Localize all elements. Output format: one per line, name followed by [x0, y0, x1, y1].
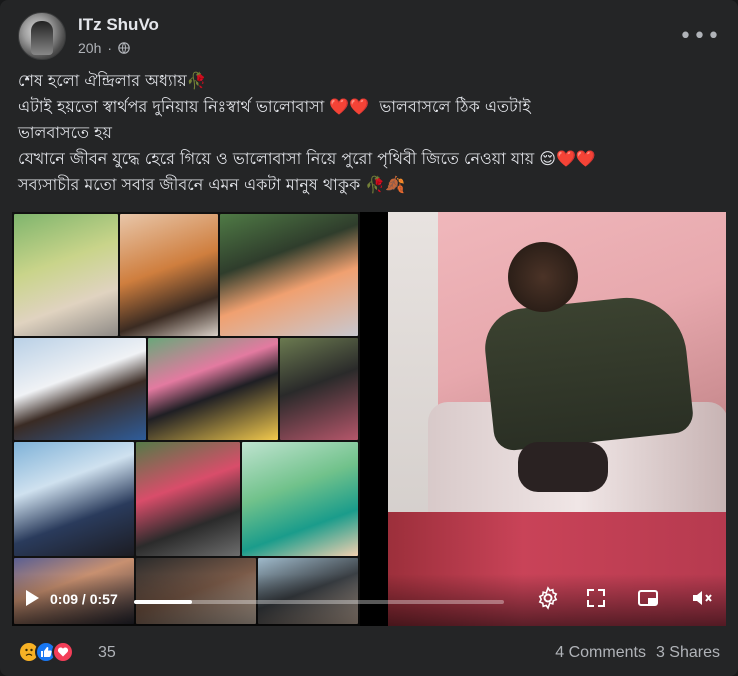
globe-icon	[118, 42, 130, 54]
time-separator: /	[81, 591, 86, 607]
collage-tile	[136, 442, 240, 556]
post-footer: 35 4 Comments 3 Shares	[18, 640, 720, 670]
reactions[interactable]	[18, 641, 74, 663]
play-icon[interactable]	[22, 588, 42, 608]
avatar[interactable]	[18, 12, 66, 60]
post-text-line5: সব্যসাচীর মতো সবার জীবনে এমন একটা মানুষ …	[18, 175, 406, 194]
video-time: 0:09 / 0:57	[50, 591, 118, 607]
picture-in-picture-icon[interactable]	[636, 586, 660, 610]
love-reaction-icon	[52, 641, 74, 663]
video-progress-bar[interactable]	[134, 600, 504, 604]
fullscreen-icon[interactable]	[584, 586, 608, 610]
collage-tile	[120, 214, 218, 336]
collage-tile	[242, 442, 358, 556]
comments-count[interactable]: 4 Comments	[555, 644, 646, 662]
collage-tile	[220, 214, 358, 336]
mute-icon[interactable]	[690, 586, 714, 610]
shares-count[interactable]: 3 Shares	[656, 644, 720, 662]
collage-tile	[14, 338, 146, 440]
collage-tile	[14, 442, 134, 556]
post-text-line2: এটাই হয়তো স্বার্থপর দুনিয়ায় নিঃস্বার্…	[18, 97, 531, 116]
reaction-count[interactable]: 35	[98, 644, 116, 662]
duration: 0:57	[89, 591, 118, 607]
collage-tile	[14, 214, 118, 336]
post-time[interactable]: 20h	[78, 40, 101, 56]
post-text-line1: শেষ হলো ঐন্দ্রিলার অধ্যায়🥀	[18, 71, 207, 90]
author-name[interactable]: ITz ShuVo	[78, 15, 159, 35]
more-dots-icon[interactable]: •••	[679, 18, 720, 54]
video-controls: 0:09 / 0:57	[12, 574, 726, 626]
post-header: ITz ShuVo 20h · •••	[18, 12, 722, 64]
post-card: ITz ShuVo 20h · ••• শেষ হলো ঐন্দ্রিলার অ…	[0, 0, 738, 676]
video-frame	[388, 212, 726, 626]
photo-collage	[12, 212, 360, 626]
collage-tile	[280, 338, 358, 440]
post-text-line4: যেখানে জীবন যুদ্ধে হেরে গিয়ে ও ভালোবাসা…	[18, 149, 596, 168]
post-stats: 4 Comments 3 Shares	[555, 644, 720, 662]
post-text: শেষ হলো ঐন্দ্রিলার অধ্যায়🥀 এটাই হয়তো স…	[18, 68, 718, 198]
post-meta: 20h ·	[78, 40, 130, 56]
current-time: 0:09	[50, 591, 79, 607]
video-progress-fill	[134, 600, 193, 604]
post-text-line3: ভালবাসতে হয়	[18, 123, 112, 142]
settings-icon[interactable]	[536, 586, 560, 610]
collage-tile	[148, 338, 278, 440]
video-player[interactable]: 0:09 / 0:57	[12, 212, 726, 626]
